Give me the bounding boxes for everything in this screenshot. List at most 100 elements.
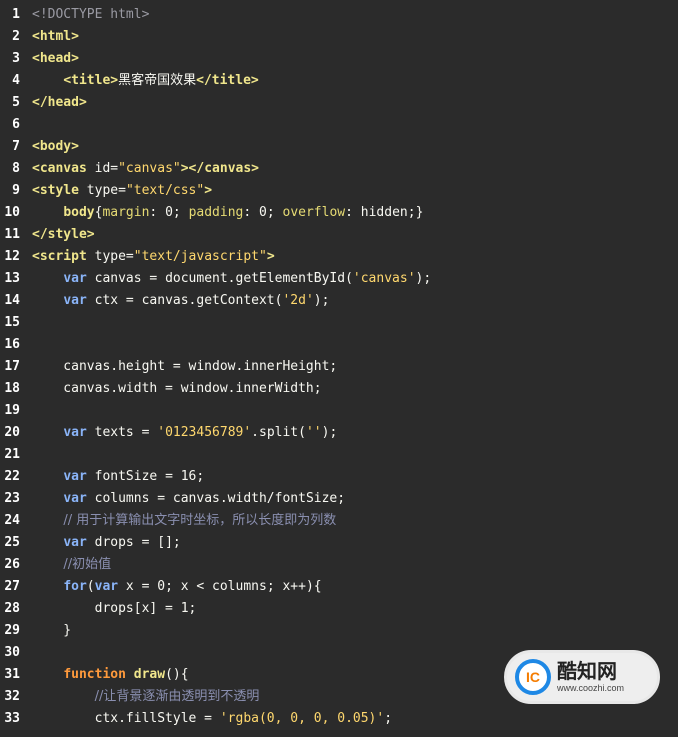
code-line[interactable]: <canvas id="canvas"></canvas> [32, 158, 678, 180]
line-number: 23 [4, 491, 20, 506]
code-line[interactable]: canvas.width = window.innerWidth; [32, 378, 678, 400]
line-number: 27 [4, 579, 20, 594]
line-number: 8 [12, 161, 20, 176]
code-token: ctx = canvas.getContext( [86, 293, 283, 308]
code-line[interactable]: // 用于计算输出文字时坐标，所以长度即为列数 [32, 510, 678, 532]
code-token: ctx.fillStyle = [32, 711, 220, 726]
code-token: ></canvas> [180, 161, 260, 176]
code-token: texts = [86, 425, 158, 440]
code-token: padding [188, 205, 244, 220]
line-number: 25 [4, 535, 20, 550]
line-number: 22 [4, 469, 20, 484]
code-token: fontSize = 16; [86, 469, 205, 484]
code-line[interactable]: </head> [32, 92, 678, 114]
code-token: (){ [165, 667, 189, 682]
code-line[interactable]: <head> [32, 48, 678, 70]
code-token: ; [384, 711, 393, 726]
code-token: var [94, 579, 119, 594]
code-token: <canvas [32, 161, 87, 176]
code-token: // 用于计算输出文字时坐标，所以长度即为列数 [63, 513, 337, 528]
code-line[interactable]: //初始值 [32, 554, 678, 576]
code-line[interactable] [32, 400, 678, 422]
code-line[interactable]: ctx.fillStyle = 'rgba(0, 0, 0, 0.05)'; [32, 708, 678, 730]
code-token: <head> [32, 51, 79, 66]
code-line[interactable]: <!DOCTYPE html> [32, 4, 678, 26]
code-token: var [63, 469, 87, 484]
line-number: 20 [4, 425, 20, 440]
code-token: '' [305, 425, 322, 440]
code-token: </style> [32, 227, 95, 242]
code-line[interactable]: <style type="text/css"> [32, 180, 678, 202]
code-line[interactable]: var canvas = document.getElementById('ca… [32, 268, 678, 290]
code-token: 黑客帝国效果 [118, 73, 197, 88]
code-token: ( [86, 579, 95, 594]
code-line[interactable]: } [32, 620, 678, 642]
line-number: 13 [4, 271, 20, 286]
code-line[interactable]: <body> [32, 136, 678, 158]
code-token: margin [102, 205, 150, 220]
line-number: 16 [4, 337, 20, 352]
code-line[interactable]: for(var x = 0; x < columns; x++){ [32, 576, 678, 598]
code-area[interactable]: <!DOCTYPE html> <html> <head> <title>黑客帝国效… [24, 0, 678, 737]
code-line[interactable]: </style> [32, 224, 678, 246]
code-token: <script [32, 249, 87, 264]
code-token: : 0; [149, 205, 189, 220]
code-line[interactable]: <html> [32, 26, 678, 48]
code-line[interactable]: var ctx = canvas.getContext('2d'); [32, 290, 678, 312]
code-token: .split( [251, 425, 306, 440]
code-token: : 0; [243, 205, 283, 220]
code-token: columns = canvas.width/fontSize; [86, 491, 346, 506]
line-number-gutter: 1 2 3 4 5 6 7 8 9 10 11 12 13 14 15 16 17 18 19 20 21 22 23 24 2… [0, 0, 24, 737]
watermark-title: 酷知网 [557, 659, 617, 683]
line-number: 9 [12, 183, 20, 198]
watermark-text: 酷知网 www.coozhi.com [557, 660, 624, 694]
code-token: : hidden;} [345, 205, 424, 220]
logo-text: IC [526, 669, 540, 685]
line-number: 14 [4, 293, 20, 308]
code-line[interactable] [32, 312, 678, 334]
line-number: 3 [12, 51, 20, 66]
code-editor[interactable]: 1 2 3 4 5 6 7 8 9 10 11 12 13 14 15 16 17 18 19 20 21 22 23 24 2… [0, 0, 678, 737]
code-token: var [63, 425, 87, 440]
code-line[interactable]: body{margin: 0; padding: 0; overflow: hi… [32, 202, 678, 224]
code-line[interactable] [32, 114, 678, 136]
code-line[interactable]: drops[x] = 1; [32, 598, 678, 620]
code-token: 'canvas' [352, 271, 416, 286]
line-number: 31 [4, 667, 20, 682]
line-number: 24 [4, 513, 20, 528]
code-token: drops[x] = 1; [32, 601, 197, 616]
code-line[interactable]: canvas.height = window.innerHeight; [32, 356, 678, 378]
code-token: draw [133, 667, 166, 682]
line-number: 28 [4, 601, 20, 616]
line-number: 2 [12, 29, 20, 44]
code-token: var [63, 535, 87, 550]
line-number: 6 [12, 117, 20, 132]
code-token: } [32, 623, 72, 638]
code-token: type= [78, 183, 126, 198]
line-number: 17 [4, 359, 20, 374]
code-line[interactable]: var fontSize = 16; [32, 466, 678, 488]
code-line[interactable] [32, 444, 678, 466]
code-line[interactable]: var columns = canvas.width/fontSize; [32, 488, 678, 510]
code-line[interactable]: var texts = '0123456789'.split(''); [32, 422, 678, 444]
line-number: 26 [4, 557, 20, 572]
line-number: 18 [4, 381, 20, 396]
code-token: '2d' [282, 293, 314, 308]
line-number: 21 [4, 447, 20, 462]
code-token: <!DOCTYPE html> [32, 7, 150, 22]
code-line[interactable]: var drops = []; [32, 532, 678, 554]
code-line[interactable] [32, 334, 678, 356]
line-number: 33 [4, 711, 20, 726]
code-line[interactable]: <title>黑客帝国效果</title> [32, 70, 678, 92]
code-token: var [63, 491, 87, 506]
code-line[interactable]: <script type="text/javascript"> [32, 246, 678, 268]
line-number: 12 [4, 249, 20, 264]
code-token: canvas = document.getElementById( [86, 271, 353, 286]
